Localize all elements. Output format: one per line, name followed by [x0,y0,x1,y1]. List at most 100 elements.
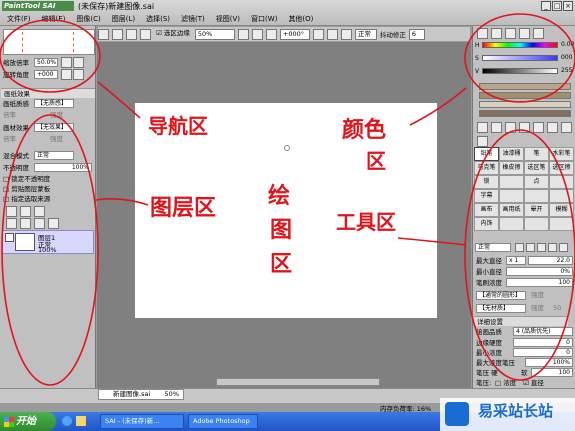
maximize-icon[interactable]: □ [552,1,562,11]
pressure-diameter-checkbox[interactable]: ☑ 直径 [523,378,544,388]
texture-select[interactable]: 【无质感】 [34,99,74,108]
color-swatch-2[interactable] [479,92,571,99]
flip-icon[interactable] [340,28,352,40]
color-swatch-4[interactable] [479,110,571,117]
move-icon[interactable] [519,122,530,133]
rotate-left-icon[interactable] [312,28,324,40]
new-vector-layer-icon[interactable] [34,206,45,217]
selection-icon[interactable] [477,122,488,133]
delete-layer-icon[interactable] [48,218,59,229]
nav-zoom-out-icon[interactable] [61,57,72,68]
color-wheel-icon[interactable] [477,28,488,39]
nav-rotate-left-icon[interactable] [61,69,72,80]
menu-image[interactable]: 图像(C) [71,13,105,25]
hue-slider[interactable] [482,42,558,48]
tool-marker[interactable]: 马克笔 [474,161,499,175]
minimize-icon[interactable]: _ [541,1,551,11]
merge-layer-icon[interactable] [20,218,31,229]
color-swatch-1[interactable] [479,83,571,90]
tool-select-eraser[interactable]: 选区擦 [549,161,574,175]
advanced-section-header[interactable]: 详细设置 [474,316,568,326]
menu-edit[interactable]: 编辑(E) [37,13,71,25]
hand-icon[interactable] [561,122,572,133]
zoom-reset-icon[interactable] [265,28,277,40]
task-photoshop[interactable]: Adobe Photoshop [188,414,258,429]
layer-item[interactable]: 图层1 正常 100% [2,230,94,254]
max-diameter-mult[interactable]: x 1 [506,256,526,265]
menu-window[interactable]: 窗口(W) [246,13,282,25]
tool-pencil[interactable]: 铅笔 [474,147,499,161]
tool-empty-7[interactable] [524,217,549,231]
rotate-icon[interactable] [547,122,558,133]
min-diameter-slider[interactable]: 0% [506,267,573,276]
max-pressure-slider[interactable]: 100% [525,358,573,367]
eye-icon[interactable] [5,233,14,242]
tool-eraser[interactable]: 橡皮擦 [499,161,524,175]
quality-select[interactable]: 4 (品质优先) [513,327,573,336]
zoom-field[interactable]: 50.0% [34,58,58,67]
tool-text[interactable]: 字幕 [474,189,499,203]
new-layer-icon[interactable] [6,206,17,217]
ie-icon[interactable] [62,416,72,426]
tool-empty-4[interactable] [524,189,549,203]
lock-opacity-checkbox[interactable]: □ 锁定不透明度 [3,174,50,184]
rotation-select[interactable]: +000° [279,28,310,40]
nav-rotate-right-icon[interactable] [73,69,84,80]
rgb-slider-icon[interactable] [491,28,502,39]
nav-zoom-in-icon[interactable] [73,57,84,68]
magic-wand-icon[interactable] [505,122,516,133]
selection-source-checkbox[interactable]: □ 指定选取来源 [3,194,50,204]
copy-layer-icon[interactable] [6,218,17,229]
undo-icon[interactable] [98,28,109,40]
min-density-slider[interactable]: 0 [513,348,573,357]
menu-file[interactable]: 文件(F) [2,13,36,25]
hsv-slider-icon[interactable] [505,28,516,39]
edge-slider[interactable]: 0 [513,338,573,347]
max-diameter-slider[interactable]: 22.0 [528,256,573,265]
menu-filter[interactable]: 滤镜(T) [176,13,210,25]
brush-shape-1-icon[interactable] [515,243,524,252]
clip-mask-checkbox[interactable]: □ 剪贴图层蒙板 [3,184,50,194]
density-slider[interactable]: 100 [506,278,573,287]
horizontal-scrollbar[interactable] [216,378,380,386]
tool-canvas[interactable]: 画布 [474,203,499,217]
zoom-select[interactable]: 50% [194,28,235,40]
redo-icon[interactable] [112,28,123,40]
tool-empty-3[interactable] [499,189,524,203]
scratchpad-icon[interactable] [533,28,544,39]
clear-layer-icon[interactable] [34,218,45,229]
rotate-right-icon[interactable] [326,28,338,40]
tool-interior[interactable]: 内饰 [474,217,499,231]
selection-edge-checkbox[interactable]: ☑ 选区边缘 [154,29,192,40]
zoom-icon[interactable] [533,122,544,133]
tool-empty-2[interactable] [549,175,574,189]
color-swatch-3[interactable] [479,101,571,108]
paper-section-header[interactable]: 画纸效果 [1,88,95,98]
stabilizer-select[interactable]: 6 [408,28,425,40]
tool-lock[interactable]: 锁 [474,175,499,189]
zoom-in-icon[interactable] [251,28,263,40]
hardness-slider[interactable]: 100 [531,368,573,377]
deselect-icon[interactable] [126,28,137,40]
effect-select[interactable]: 【无效果】 [34,123,74,132]
folder-icon[interactable] [76,416,86,426]
mode-select[interactable]: 正常 [354,28,377,40]
pressure-density-checkbox[interactable]: □ 浓度 [495,378,516,388]
tool-empty-5[interactable] [549,189,574,203]
zoom-out-icon[interactable] [237,28,249,40]
new-folder-icon[interactable] [20,206,31,217]
navigator-preview[interactable] [3,29,95,55]
eyedropper-icon[interactable] [477,136,488,147]
brush-shape-5-icon[interactable] [559,243,568,252]
tool-paper[interactable]: 画用纸 [499,203,524,217]
tool-empty-8[interactable] [549,217,574,231]
brush-texture-select[interactable]: 【无材质】 [476,304,526,313]
menu-select[interactable]: 选择(S) [141,13,175,25]
brush-shape-3-icon[interactable] [537,243,546,252]
tool-bucket[interactable]: 油漆桶 [499,147,524,161]
menu-other[interactable]: 其他(O) [283,13,318,25]
tool-pen[interactable]: 笔 [524,147,549,161]
tool-select-pen[interactable]: 选区笔 [524,161,549,175]
invert-icon[interactable] [140,28,151,40]
close-icon[interactable]: × [563,1,573,11]
